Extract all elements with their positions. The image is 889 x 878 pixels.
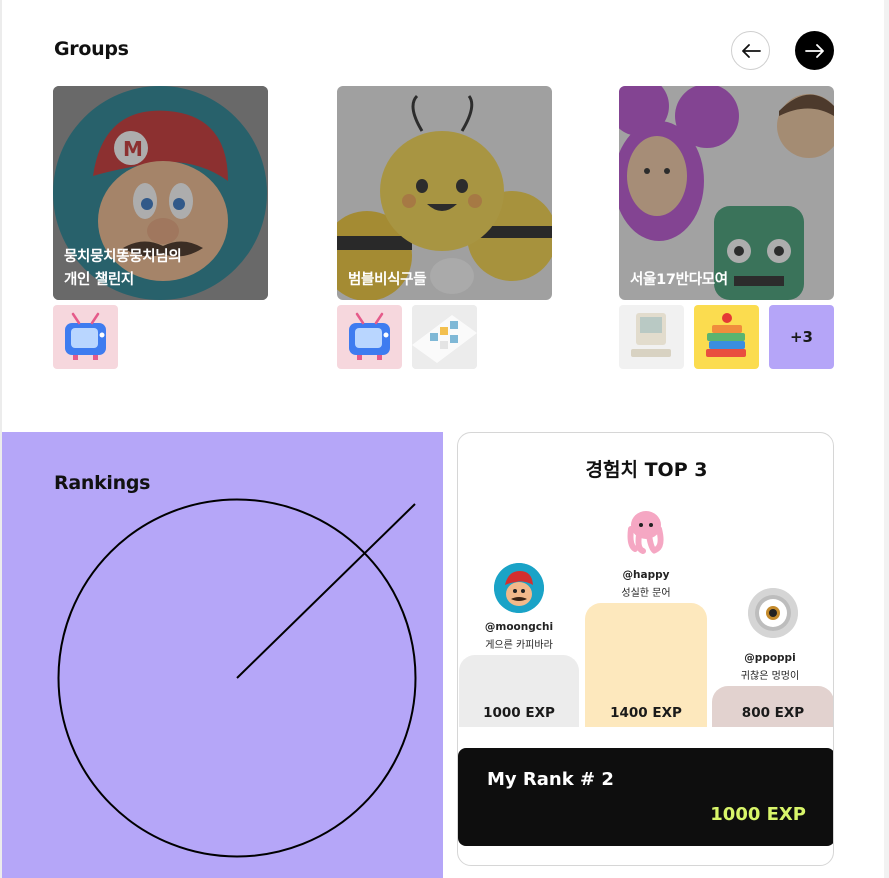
scrollbar-track[interactable] [884, 0, 889, 878]
rank-1-exp: 1400 EXP [610, 705, 682, 721]
my-rank-label: My Rank # 2 [487, 769, 614, 790]
next-button[interactable] [795, 31, 834, 70]
rank-2-exp: 1000 EXP [483, 705, 555, 721]
my-rank-banner: My Rank # 2 1000 EXP [458, 748, 833, 846]
my-rank-exp: 1000 EXP [710, 804, 806, 825]
rankings-graphic [57, 498, 417, 858]
group-card-1[interactable]: M 뭉치뭉치똥뭉치님의 개인 챌린지 [53, 86, 268, 300]
more-members-badge[interactable]: +3 [769, 305, 834, 369]
group-card-3[interactable]: 서울17반다모여 [619, 86, 834, 300]
group-card-label: 범블비식구들 [348, 272, 427, 288]
group-thumb-tv[interactable] [337, 305, 402, 369]
tv-icon [349, 312, 390, 360]
rank-2-nickname: 게으른 카피바라 [485, 640, 553, 651]
group-card-2[interactable]: 범블비식구들 [337, 86, 552, 300]
top3-title: 경험치 TOP 3 [585, 459, 708, 481]
card-overlay [337, 86, 552, 300]
avatar[interactable] [748, 588, 798, 638]
group-card-label: 뭉치뭉치똥뭉치님의 개인 챌린지 [64, 249, 182, 288]
page: Groups M 뭉치뭉치똥뭉치님의 개인 챌린지 범블비식구들 서울17반다모… [0, 0, 889, 878]
avatar[interactable] [494, 563, 544, 613]
avatar[interactable] [621, 505, 671, 555]
mario-avatar-icon [494, 563, 544, 613]
rank-1-nickname: 성실한 문어 [621, 588, 671, 599]
computer-icon [631, 313, 671, 357]
rank-1-handle: @happy [622, 569, 670, 581]
top3-card: 경험치 TOP 3 @moongchi 게으른 카피바라 1000 EXP @h… [457, 432, 834, 866]
rank-3-handle: @ppoppi [744, 652, 796, 664]
minion-avatar-icon [748, 588, 798, 638]
group-thumb-computer[interactable] [619, 305, 684, 369]
podium-rank-2: 1000 EXP [459, 655, 579, 727]
rank-3-nickname: 귀찮은 멍멍이 [740, 671, 800, 682]
group-card-label: 서울17반다모여 [630, 272, 728, 288]
books-icon [706, 313, 746, 357]
groups-title: Groups [54, 38, 129, 60]
group-thumb-keyboard[interactable] [412, 305, 477, 369]
group-thumb-tv[interactable] [53, 305, 118, 369]
rank-3-exp: 800 EXP [741, 705, 805, 721]
arrow-right-icon [804, 43, 824, 58]
tv-icon [65, 312, 106, 360]
rankings-needle [236, 503, 416, 679]
rankings-panel: Rankings [2, 432, 443, 878]
card-overlay [619, 86, 834, 300]
arrow-left-icon [741, 43, 761, 58]
podium-rank-3: 800 EXP [712, 686, 833, 727]
octopus-avatar-icon [627, 511, 664, 554]
keyboard-icon [412, 305, 477, 369]
group-thumb-books[interactable] [694, 305, 759, 369]
rank-2-handle: @moongchi [484, 621, 554, 633]
prev-button[interactable] [731, 31, 770, 70]
podium-rank-1: 1400 EXP [585, 603, 707, 727]
